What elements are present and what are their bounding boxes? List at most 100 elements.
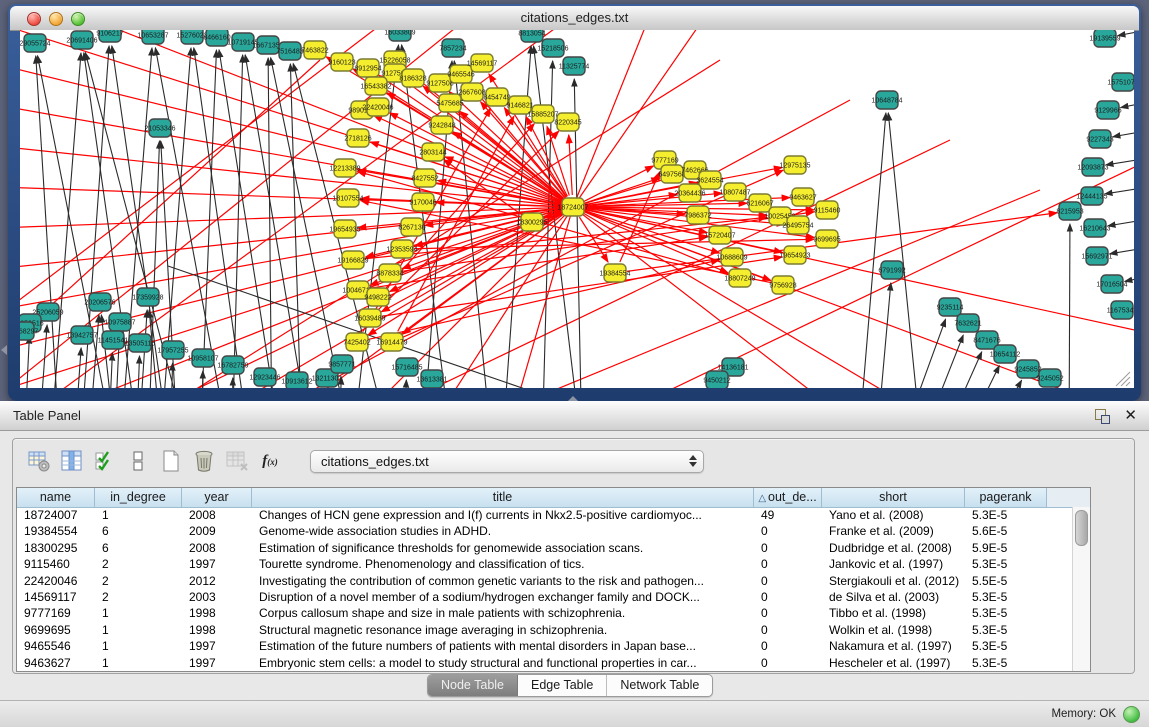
graph-node[interactable]: 9115460 — [814, 201, 841, 219]
graph-node[interactable]: 19166829 — [337, 251, 368, 269]
graph-node[interactable]: 8878334 — [376, 264, 403, 282]
graph-node[interactable]: 10975887 — [104, 313, 135, 331]
graph-edge[interactable] — [136, 356, 140, 388]
graph-node[interactable]: 19654935 — [329, 220, 360, 238]
graph-edge[interactable] — [1105, 182, 1134, 194]
graph-node[interactable]: 9242848 — [428, 116, 455, 134]
new-table-icon[interactable] — [158, 448, 184, 474]
graph-node[interactable]: 9857771 — [328, 355, 355, 373]
graph-node[interactable]: 12353594 — [386, 240, 417, 258]
graph-node[interactable]: 10958107 — [187, 349, 218, 367]
graph-node[interactable]: 6791992 — [878, 261, 905, 279]
graph-node[interactable]: 26495754 — [782, 216, 813, 234]
column-header-year[interactable]: year — [182, 488, 252, 507]
graph-edge[interactable] — [569, 135, 573, 195]
show-columns-icon[interactable] — [59, 448, 85, 474]
table-row[interactable]: 911546021997Tourette syndrome. Phenomeno… — [17, 556, 1072, 572]
graph-node[interactable]: 21053346 — [144, 119, 175, 137]
graph-node[interactable]: 17359928 — [132, 288, 163, 306]
graph-node[interactable]: 12213389 — [329, 159, 360, 177]
delete-columns-icon[interactable] — [191, 448, 217, 474]
graph-node[interactable]: 7986372 — [684, 206, 711, 224]
graph-node[interactable]: 16782759 — [217, 356, 248, 374]
table-row[interactable]: 1938455462009Genome-wide association stu… — [17, 523, 1072, 539]
column-header-pagerank[interactable]: pagerank — [965, 488, 1047, 507]
network-window-titlebar[interactable]: citations_edges.txt — [10, 6, 1139, 31]
graph-edge[interactable] — [982, 380, 1022, 388]
graph-edge[interactable] — [436, 202, 561, 206]
tab-node-table[interactable]: Node Table — [428, 675, 518, 696]
graph-node[interactable]: 18107554 — [332, 189, 363, 207]
graph-node[interactable]: 13942757 — [66, 326, 97, 344]
graph-node[interactable]: 9106217 — [96, 30, 123, 42]
graph-node[interactable]: 7516483 — [276, 42, 303, 60]
graph-edge[interactable] — [958, 366, 999, 388]
graph-node[interactable]: 18300295 — [516, 213, 547, 231]
graph-node[interactable]: 9235114 — [937, 298, 964, 316]
graph-node[interactable]: 9756928 — [769, 276, 796, 294]
graph-edge[interactable] — [74, 348, 81, 388]
float-panel-icon[interactable] — [1094, 408, 1110, 424]
graph-edge[interactable] — [876, 283, 891, 388]
graph-node[interactable]: 9498222 — [364, 288, 391, 306]
graph-node[interactable]: 8220345 — [554, 113, 581, 131]
graph-edge[interactable] — [1110, 242, 1134, 254]
graph-node[interactable]: 9699695 — [813, 230, 840, 248]
graph-edge[interactable] — [1069, 224, 1070, 388]
graph-node[interactable]: 16033809 — [384, 30, 415, 41]
table-row[interactable]: 1830029562008Estimation of significance … — [17, 540, 1072, 556]
tab-edge-table[interactable]: Edge Table — [518, 675, 607, 696]
column-header-title[interactable]: title — [252, 488, 754, 507]
graph-node[interactable]: 15751074 — [1107, 73, 1134, 91]
graph-node[interactable]: 19384554 — [599, 264, 630, 282]
graph-node[interactable]: 13613381 — [416, 370, 447, 388]
table-row[interactable]: 946554611997Estimation of the future num… — [17, 638, 1072, 654]
graph-node[interactable]: 9129966 — [1094, 101, 1121, 119]
graph-edge[interactable] — [180, 100, 850, 388]
graph-node[interactable]: 22420046 — [362, 98, 393, 116]
graph-node[interactable]: 20691406 — [66, 31, 97, 49]
table-row[interactable]: 1456911722003Disruption of a novel membe… — [17, 589, 1072, 605]
graph-node[interactable]: 14569117 — [467, 54, 498, 72]
column-header-in_degree[interactable]: in_degree — [95, 488, 182, 507]
graph-node[interactable]: 17016504 — [1096, 275, 1127, 293]
graph-node[interactable]: 16210643 — [1079, 219, 1110, 237]
graph-edge[interactable] — [858, 113, 886, 388]
graph-edge[interactable] — [20, 30, 400, 330]
graph-node[interactable]: 8267130 — [398, 218, 425, 236]
graph-node[interactable]: 5475685 — [436, 94, 463, 112]
graph-node[interactable]: 10913612 — [281, 372, 312, 388]
table-mode-icon[interactable] — [26, 448, 52, 474]
graph-node[interactable]: 9450212 — [703, 371, 730, 388]
column-header-out_de[interactable]: △out_de... — [754, 488, 822, 507]
graph-node[interactable]: 9170046 — [409, 193, 436, 211]
column-header-short[interactable]: short — [822, 488, 965, 507]
graph-edge[interactable] — [898, 319, 946, 388]
graph-edge[interactable] — [403, 380, 406, 388]
graph-node[interactable]: 15218506 — [537, 39, 568, 57]
graph-node[interactable]: 12444135 — [1076, 187, 1107, 205]
graph-node[interactable]: 20364436 — [674, 184, 705, 202]
graph-node[interactable]: 15692971 — [1081, 247, 1112, 265]
graph-node[interactable]: 19654923 — [779, 246, 810, 264]
graph-node[interactable]: 10648784 — [871, 91, 902, 109]
deselect-all-icon[interactable] — [125, 448, 151, 474]
graph-node[interactable]: 18807249 — [724, 269, 755, 287]
graph-node[interactable]: 16543382 — [360, 77, 391, 95]
table-row[interactable]: 977716911998Corpus callosum shape and si… — [17, 605, 1072, 621]
graph-node[interactable]: 9245052 — [1036, 369, 1063, 387]
graph-node[interactable]: 9463627 — [789, 188, 816, 206]
graph-edge[interactable] — [1113, 125, 1134, 137]
graph-node[interactable]: 10654112 — [990, 345, 1021, 363]
graph-node[interactable]: 20206576 — [84, 293, 115, 311]
graph-node[interactable]: 11325774 — [559, 57, 590, 75]
graph-node[interactable]: 2718126 — [344, 129, 371, 147]
graph-node[interactable]: 9227343 — [1086, 130, 1113, 148]
graph-node[interactable]: 18724007 — [557, 198, 588, 216]
tab-network-table[interactable]: Network Table — [607, 675, 712, 696]
graph-node[interactable]: 29055724 — [20, 34, 51, 52]
table-row[interactable]: 1872400712008Changes of HCN gene express… — [17, 507, 1072, 523]
graph-node[interactable]: 8813054 — [518, 30, 545, 42]
graph-node[interactable]: 8912954 — [354, 59, 381, 77]
function-builder-icon[interactable]: f(x) — [257, 448, 283, 474]
